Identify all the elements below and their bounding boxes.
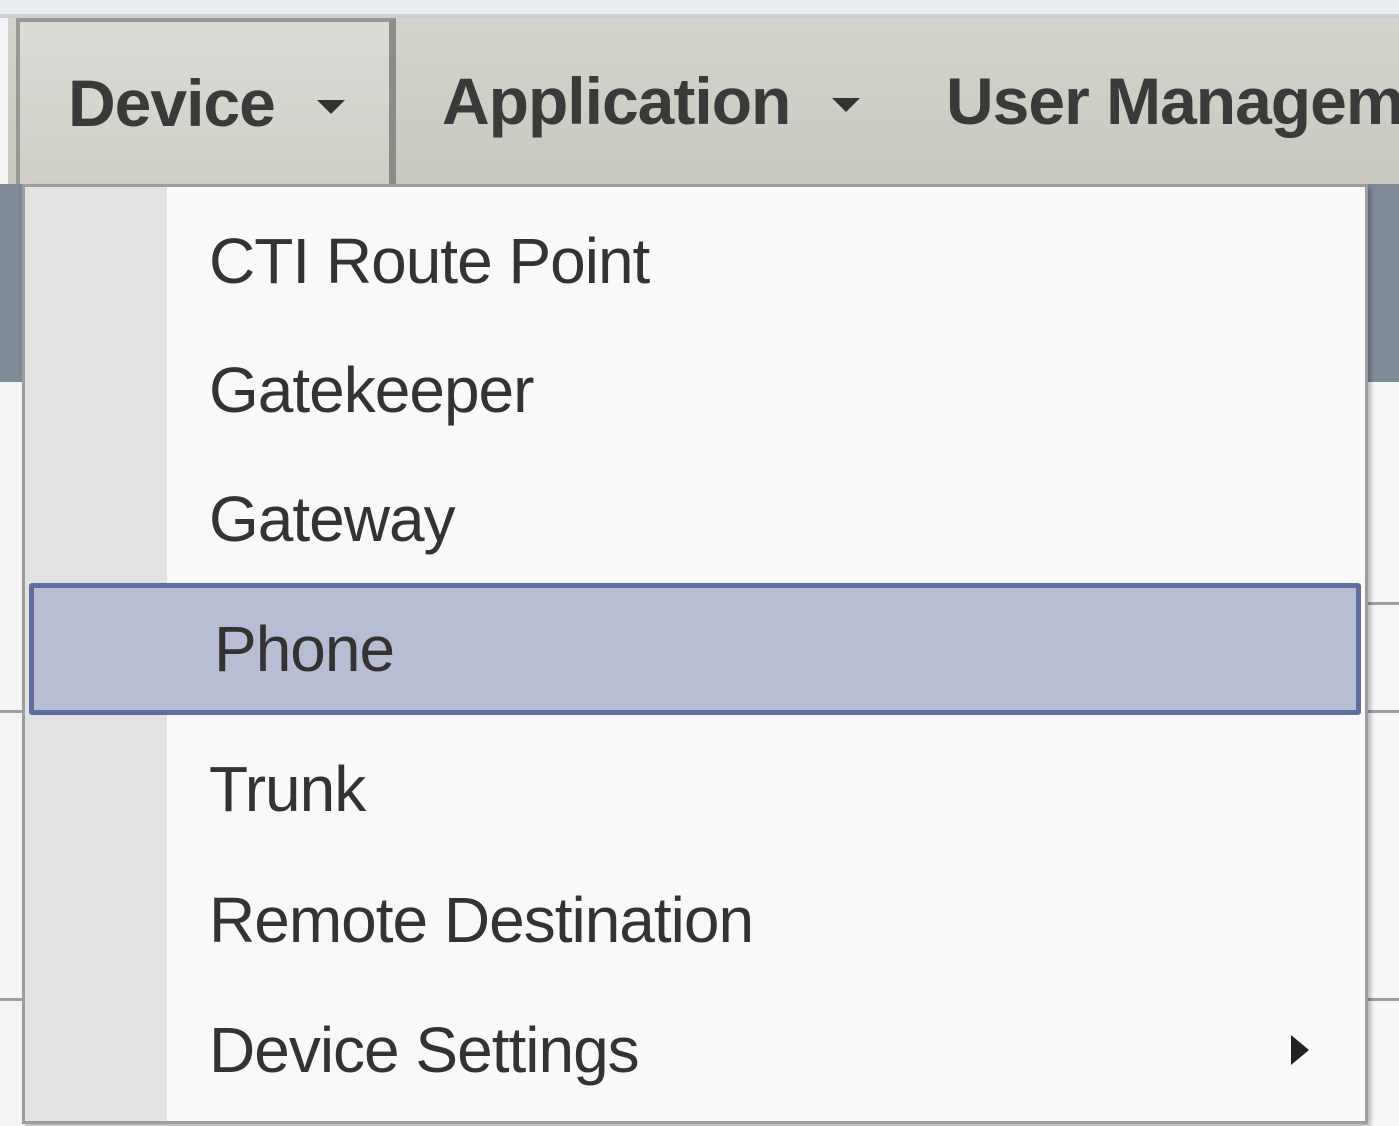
menu-item-gateway[interactable]: Gateway [25, 453, 1365, 585]
menu-item-label: Gatekeeper [209, 354, 534, 426]
device-dropdown-menu: CTI Route Point Gatekeeper Gateway Phone… [22, 184, 1368, 1124]
menubar: Device Application User Managem [8, 18, 1399, 190]
menu-item-label: Phone [214, 613, 395, 685]
menu-tab-user-management-label: User Managem [946, 64, 1399, 138]
menu-tab-application[interactable]: Application [442, 18, 861, 184]
menu-item-label: Remote Destination [209, 884, 754, 956]
background-divider [1368, 602, 1399, 605]
background-header-left [0, 184, 22, 382]
background-header-right [1368, 184, 1399, 382]
app-window: Device Application User Managem CTI Rout… [0, 0, 1399, 1126]
menu-tab-user-management[interactable]: User Managem [946, 18, 1399, 184]
chevron-right-icon [1291, 1035, 1309, 1065]
background-divider [0, 710, 22, 713]
menu-item-label: CTI Route Point [209, 225, 650, 297]
menu-tab-device[interactable]: Device [16, 18, 396, 184]
menu-item-label: Gateway [209, 483, 456, 555]
menu-item-phone[interactable]: Phone [29, 583, 1361, 715]
menu-tab-application-label: Application [442, 64, 791, 138]
menu-item-trunk[interactable]: Trunk [25, 723, 1365, 855]
chevron-down-icon [316, 100, 345, 114]
menu-item-gatekeeper[interactable]: Gatekeeper [25, 324, 1365, 456]
top-strip [0, 0, 1399, 14]
background-divider [1368, 998, 1399, 1001]
background-divider [0, 998, 22, 1001]
background-divider [1368, 710, 1399, 713]
menu-tab-device-label: Device [68, 66, 276, 140]
menu-item-remote-destination[interactable]: Remote Destination [25, 854, 1365, 986]
menu-item-cti-route-point[interactable]: CTI Route Point [25, 195, 1365, 327]
menu-item-label: Trunk [209, 753, 366, 825]
menu-item-label: Device Settings [209, 1014, 640, 1086]
menu-item-device-settings[interactable]: Device Settings [25, 984, 1365, 1116]
chevron-down-icon [832, 98, 861, 112]
